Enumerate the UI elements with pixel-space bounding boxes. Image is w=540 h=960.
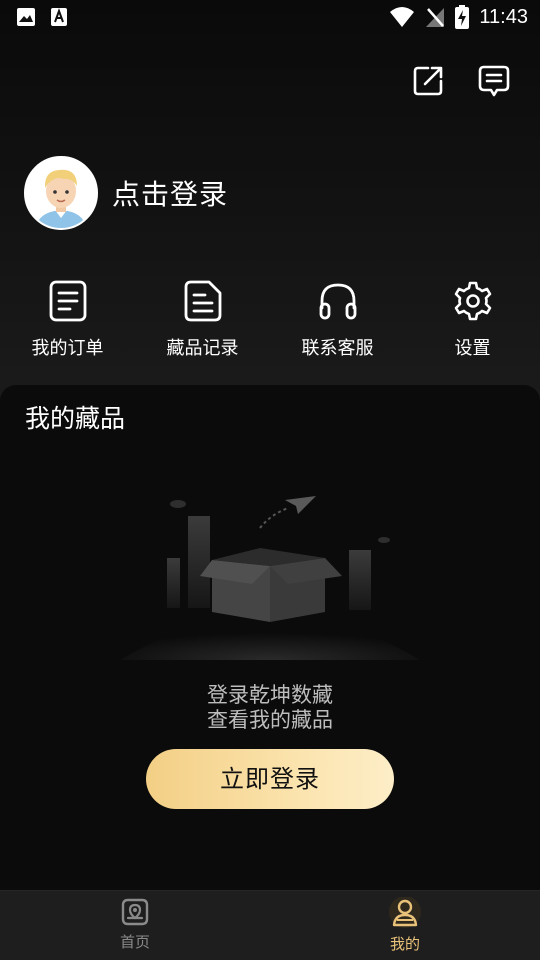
message-button[interactable]: [476, 63, 512, 99]
font-icon: [51, 8, 67, 26]
message-icon: [478, 65, 510, 97]
collection-record-button[interactable]: 藏品记录: [135, 278, 270, 368]
login-now-button[interactable]: 立即登录: [146, 749, 394, 809]
customer-service-label: 联系客服: [301, 338, 374, 359]
status-bar: 11:43: [0, 0, 540, 36]
login-link[interactable]: 点击登录: [112, 173, 228, 213]
settings-label: 设置: [454, 338, 491, 359]
wifi-icon: [390, 7, 415, 27]
my-collection-card: 我的藏品 登录乾坤数藏 查看我的藏品 立即登录: [0, 385, 540, 890]
home-icon: [121, 898, 149, 926]
clock: 11:43: [479, 5, 528, 28]
share-button[interactable]: [410, 63, 446, 99]
empty-line-1: 登录乾坤数藏: [207, 683, 333, 707]
top-actions: [410, 63, 512, 99]
nav-mine[interactable]: 我的: [270, 891, 540, 960]
order-icon: [49, 280, 86, 322]
avatar[interactable]: [24, 156, 98, 230]
collection-title: 我的藏品: [25, 404, 126, 433]
headphones-icon: [319, 283, 356, 320]
settings-button[interactable]: 设置: [405, 278, 540, 368]
record-icon: [184, 280, 221, 322]
avatar-illustration: [26, 158, 96, 228]
quick-actions: 我的订单 藏品记录 联系客服 设置: [0, 278, 540, 368]
my-orders-button[interactable]: 我的订单: [0, 278, 135, 368]
bottom-nav: 首页 我的: [0, 890, 540, 960]
collection-record-label: 藏品记录: [166, 338, 239, 359]
battery-charging-icon: [455, 5, 470, 29]
no-signal-icon: [426, 8, 445, 27]
customer-service-button[interactable]: 联系客服: [270, 278, 405, 368]
image-icon: [17, 8, 35, 26]
profile-screen: 11:43 点击登录 我的订单 藏品记录 联系客服 设置 我的藏品 登录乾坤数藏…: [0, 0, 540, 960]
nav-home[interactable]: 首页: [0, 891, 270, 960]
nav-home-label: 首页: [119, 933, 150, 951]
empty-state-text: 登录乾坤数藏 查看我的藏品: [0, 683, 540, 733]
nav-mine-label: 我的: [389, 935, 420, 953]
gear-icon: [454, 281, 491, 321]
my-orders-label: 我的订单: [31, 338, 104, 359]
empty-box-illustration: [120, 496, 420, 660]
profile-header: 点击登录: [24, 156, 228, 230]
empty-line-2: 查看我的藏品: [207, 708, 333, 732]
profile-icon: [389, 897, 421, 928]
share-icon: [413, 66, 443, 96]
